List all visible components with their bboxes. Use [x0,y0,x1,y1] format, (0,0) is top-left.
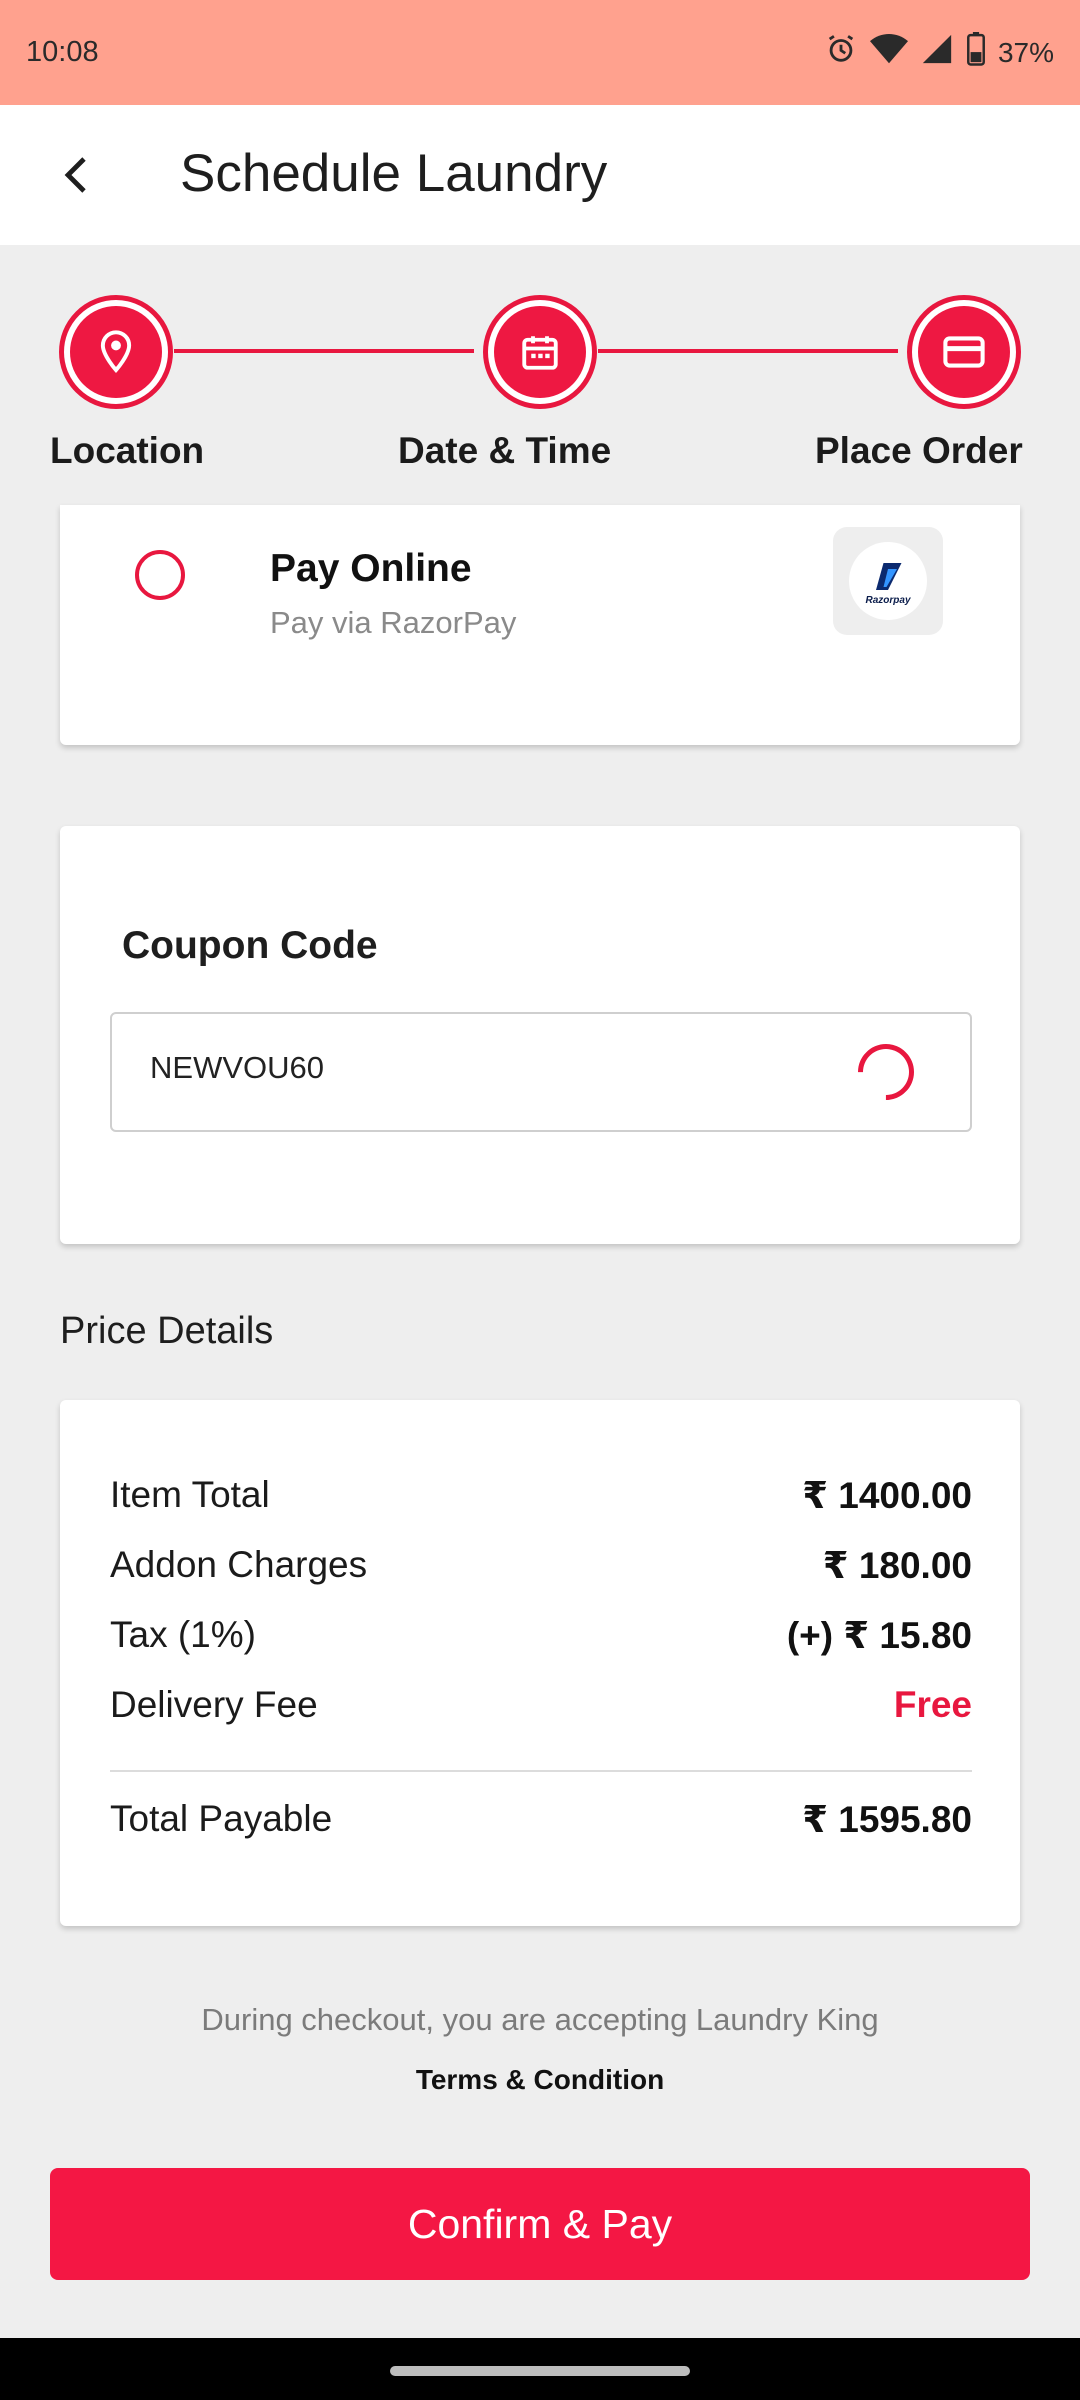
terms-link[interactable]: Terms & Condition [0,2064,1080,2096]
step-label-date-time: Date & Time [398,430,612,471]
coupon-card: Coupon Code [60,826,1020,1244]
step-connector [174,349,474,353]
home-handle[interactable] [390,2366,690,2376]
total-label: Total Payable [110,1798,333,1839]
total-value: ₹ 1595.80 [802,1799,972,1840]
battery-icon [966,32,986,73]
payment-option-card[interactable]: Pay Online Pay via RazorPay Razorpay [60,505,1020,745]
delivery-fee-value: Free [893,1684,972,1725]
price-value: ₹ 1400.00 [802,1475,972,1516]
coupon-field[interactable] [110,1012,972,1132]
price-row: Item Total ₹ 1400.00 [110,1474,972,1517]
back-button[interactable] [50,149,102,201]
step-date-time[interactable] [483,295,597,409]
confirm-pay-button[interactable]: Confirm & Pay [50,2168,1030,2280]
app-bar: Schedule Laundry [0,105,1080,245]
pay-online-radio[interactable] [135,550,185,600]
price-value: ₹ 180.00 [822,1545,972,1586]
price-value: (+) ₹ 15.80 [786,1615,972,1656]
credit-card-icon [943,336,985,368]
system-nav-bar [0,2338,1080,2400]
price-label: Addon Charges [110,1544,368,1585]
page-title: Schedule Laundry [180,144,608,203]
chevron-left-icon [64,157,86,193]
price-row: Addon Charges ₹ 180.00 [110,1544,972,1587]
calendar-icon [522,336,558,370]
terms-note: During checkout, you are accepting Laund… [201,2002,879,2037]
divider [110,1770,972,1772]
price-details-heading: Price Details [60,1310,274,1352]
total-row: Total Payable ₹ 1595.80 [110,1798,972,1841]
wifi-icon [869,32,908,73]
razorpay-logo-text: Razorpay [865,594,911,606]
location-pin-icon [100,330,132,374]
signal-icon [920,32,954,73]
step-place-order[interactable] [907,295,1021,409]
status-icons: 37% [824,32,1054,73]
price-row: Delivery Fee Free [110,1684,972,1726]
price-row: Tax (1%) (+) ₹ 15.80 [110,1614,972,1657]
step-label-place-order: Place Order [815,430,1023,471]
status-bar: 10:08 37% [0,0,1080,105]
pay-online-subtitle: Pay via RazorPay [270,605,517,640]
step-connector [598,349,898,353]
step-location[interactable] [59,295,173,409]
price-label: Item Total [110,1474,270,1515]
progress-stepper: Location Date & Time Place Order [0,245,1080,523]
battery-level: 37% [997,36,1054,68]
loading-spinner-icon [846,1032,926,1112]
alarm-icon [824,32,858,73]
razorpay-mark-icon [876,562,902,590]
coupon-input[interactable] [150,1050,750,1086]
pay-online-title: Pay Online [270,547,472,590]
status-time: 10:08 [26,36,99,68]
price-label: Tax (1%) [110,1614,256,1655]
step-label-location: Location [50,430,205,471]
price-label: Delivery Fee [110,1684,318,1725]
price-details-card: Item Total ₹ 1400.00 Addon Charges ₹ 180… [60,1400,1020,1926]
coupon-title: Coupon Code [122,924,378,967]
razorpay-logo: Razorpay [833,527,943,635]
